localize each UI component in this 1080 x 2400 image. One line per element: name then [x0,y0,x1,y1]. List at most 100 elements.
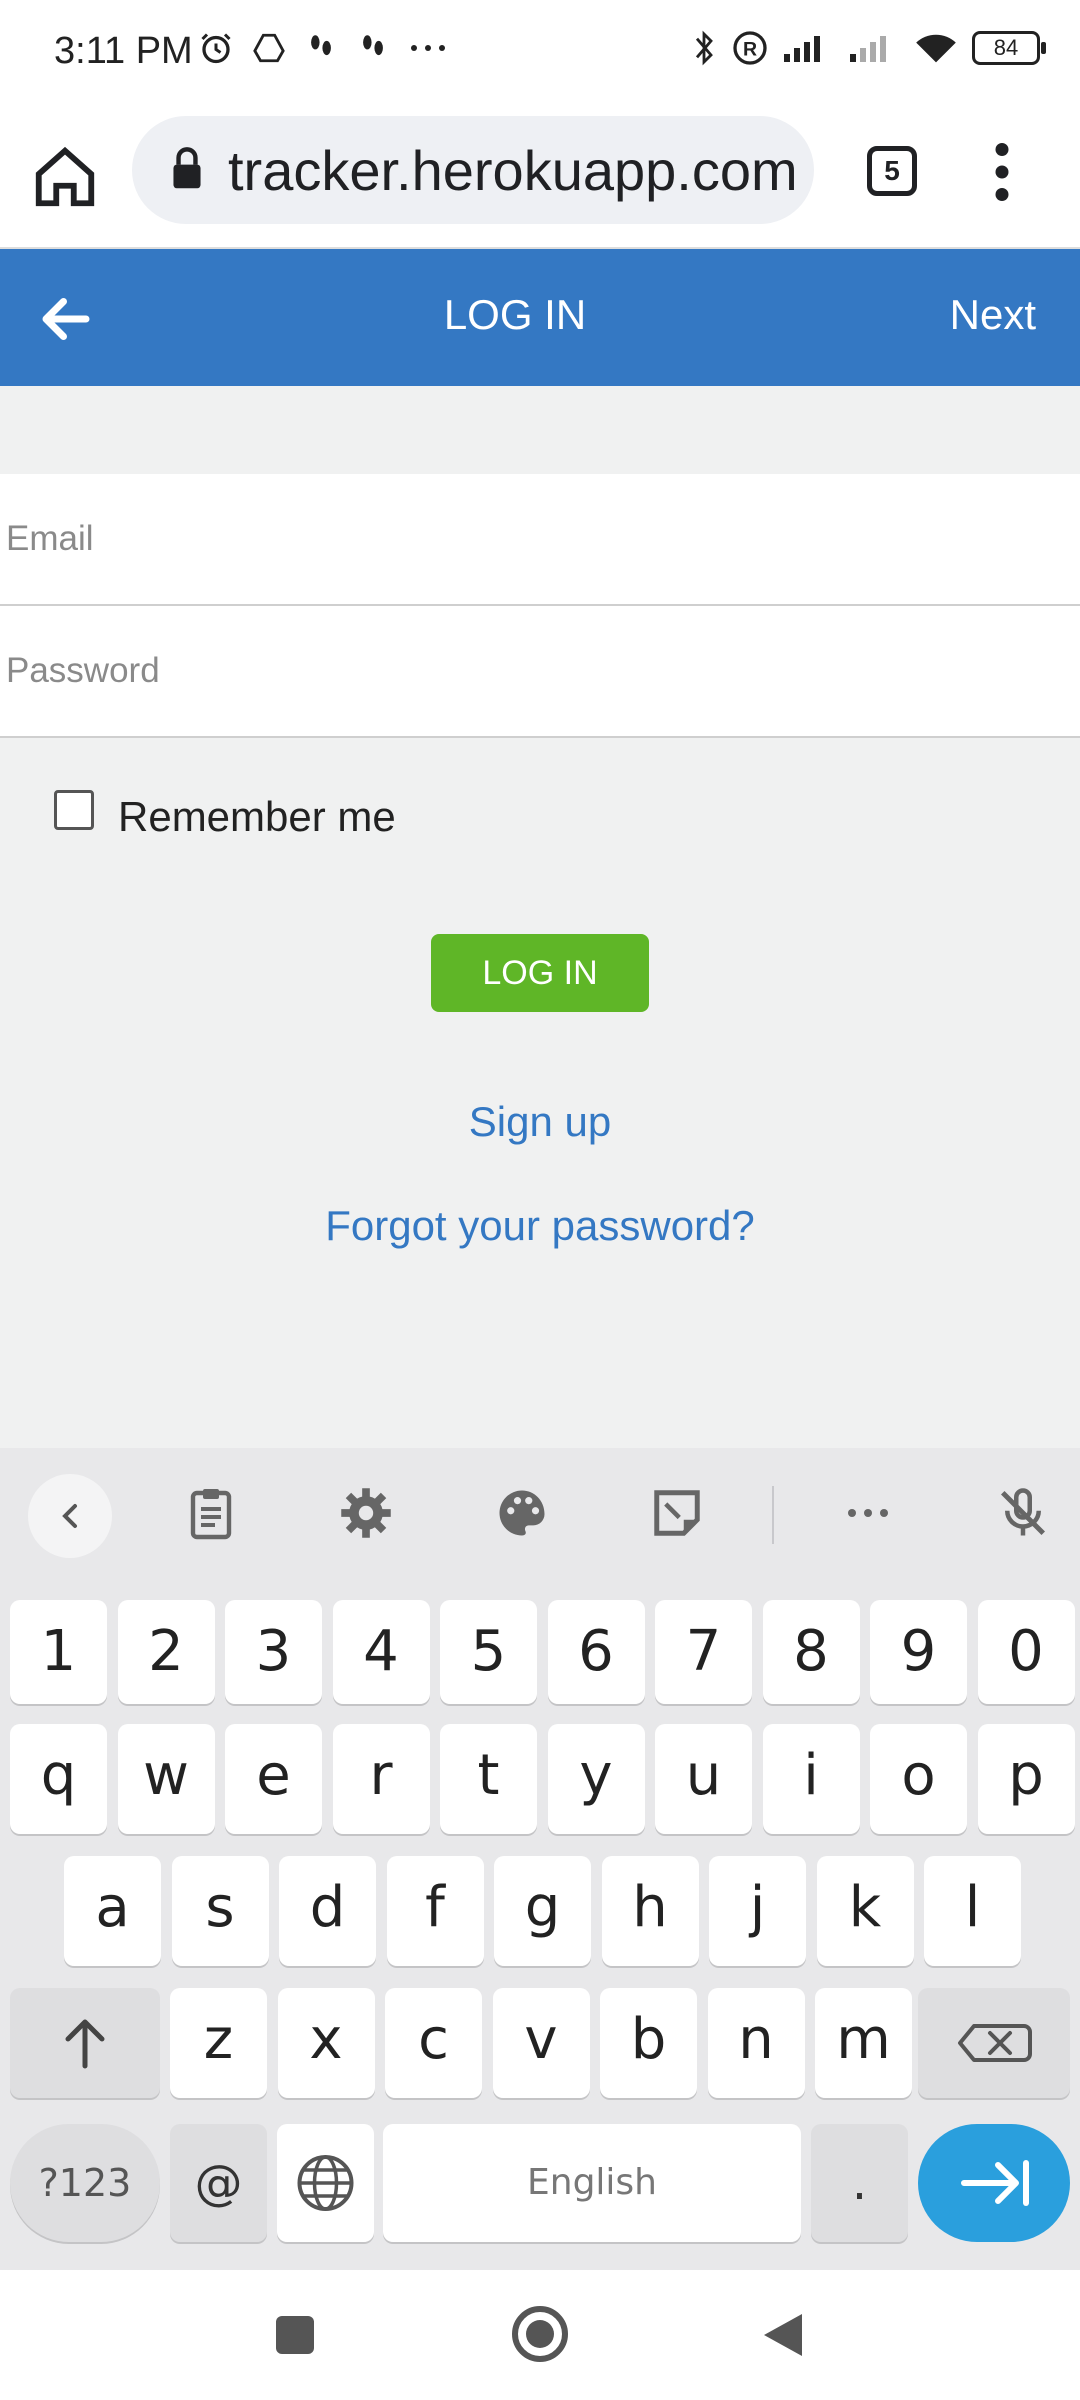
key-label: i [803,1743,819,1808]
key-1[interactable]: 1 [10,1600,107,1704]
remember-me-label[interactable]: Remember me [118,793,396,841]
key-5[interactable]: 5 [440,1600,537,1704]
key-label: o [901,1743,936,1808]
key-label: t [477,1743,500,1808]
tabs-icon[interactable]: 5 [867,146,917,196]
url-text: tracker.herokuapp.com [228,139,798,202]
key-4[interactable]: 4 [332,1600,430,1704]
key-a[interactable]: a [64,1856,161,1966]
navigation-bar [0,2270,1080,2400]
key-label: 6 [578,1619,614,1684]
key-m[interactable]: m [815,1988,912,2098]
key-0[interactable]: 0 [977,1600,1075,1704]
backspace-icon [958,2024,1032,2062]
footsteps-icon-2 [363,35,383,56]
soft-keyboard: 1 2 3 4 5 6 7 8 9 0 q w e r t y u i o p a s d f g h j k l z x c v b n m ?123… [0,1448,1080,2270]
key-h[interactable]: h [601,1856,699,1966]
key-i[interactable]: i [762,1724,860,1834]
key-f[interactable]: f [386,1856,484,1966]
home-nav-icon[interactable] [510,2304,570,2364]
key-label: u [685,1743,722,1808]
status-notification-icons [198,30,448,66]
page-title: LOG IN [443,291,587,338]
key-6[interactable]: 6 [547,1600,645,1704]
period-key[interactable]: . [811,2124,908,2242]
key-label: ?123 [38,2161,132,2205]
key-label: d [309,1875,346,1940]
key-z[interactable]: z [170,1988,267,2098]
key-label: v [524,2007,558,2072]
key-j[interactable]: j [709,1856,806,1966]
key-x[interactable]: x [277,1988,375,2098]
address-bar[interactable]: tracker.herokuapp.com [132,116,814,224]
at-key[interactable]: @ [170,2124,267,2242]
key-label: e [256,1743,291,1808]
back-nav-icon[interactable] [760,2310,806,2360]
key-b[interactable]: b [600,1988,697,2098]
email-input[interactable] [0,474,1080,604]
key-s[interactable]: s [171,1856,269,1966]
key-label: s [205,1875,235,1940]
remember-me-checkbox[interactable] [54,790,94,830]
forgot-password-link[interactable]: Forgot your password? [0,1202,1080,1250]
bluetooth-icon [695,30,713,66]
globe-key[interactable] [277,2124,374,2242]
key-3[interactable]: 3 [225,1600,322,1704]
password-field[interactable] [0,606,1080,738]
key-l[interactable]: l [924,1856,1021,1966]
shift-key[interactable] [10,1988,160,2098]
key-y[interactable]: y [547,1724,645,1834]
key-k[interactable]: k [816,1856,914,1966]
key-q[interactable]: q [10,1724,107,1834]
key-r[interactable]: r [332,1724,430,1834]
key-d[interactable]: d [279,1856,376,1966]
password-input[interactable] [0,606,1080,736]
enter-key[interactable] [918,2124,1070,2242]
key-v[interactable]: v [492,1988,590,2098]
footsteps-icon [311,35,331,56]
key-label: x [309,2007,343,2072]
menu-icon[interactable] [990,142,1014,202]
key-c[interactable]: c [385,1988,482,2098]
key-n[interactable]: n [707,1988,805,2098]
key-e[interactable]: e [225,1724,322,1834]
signal-icon-2 [850,36,886,62]
email-field[interactable] [0,474,1080,606]
key-label: f [425,1875,445,1940]
login-button[interactable]: LOG IN [431,934,649,1012]
key-u[interactable]: u [655,1724,752,1834]
symbols-key[interactable]: ?123 [10,2124,160,2242]
key-label: 9 [900,1619,937,1684]
key-7[interactable]: 7 [655,1600,752,1704]
status-system-icons: R 84 [690,28,1046,68]
key-o[interactable]: o [870,1724,967,1834]
key-8[interactable]: 8 [762,1600,860,1704]
key-9[interactable]: 9 [870,1600,967,1704]
drive-icon [253,33,285,63]
svg-text:R: R [743,39,757,61]
wifi-icon [916,34,956,63]
key-w[interactable]: w [117,1724,215,1834]
app-header: LOG IN Next [0,249,1080,386]
key-label: z [203,2007,234,2072]
key-label: j [749,1875,766,1940]
space-key[interactable]: English [383,2124,801,2242]
key-label: w [143,1743,189,1808]
key-label: g [524,1875,561,1940]
sign-up-link[interactable]: Sign up [0,1098,1080,1146]
backspace-key[interactable] [918,1988,1070,2098]
key-p[interactable]: p [977,1724,1075,1834]
recents-icon[interactable] [274,2314,316,2356]
key-label: 1 [40,1619,77,1684]
next-button[interactable]: Next [950,291,1036,339]
key-label: q [40,1743,77,1808]
status-bar: 3:11 PM R 84 [0,0,1080,112]
shift-icon [65,2019,105,2069]
key-t[interactable]: t [440,1724,537,1834]
key-g[interactable]: g [494,1856,591,1966]
signal-icon [784,36,820,62]
key-2[interactable]: 2 [117,1600,215,1704]
browser-toolbar: tracker.herokuapp.com 5 [0,112,1080,249]
more-notifications-icon [411,45,445,51]
home-icon[interactable] [30,142,100,212]
